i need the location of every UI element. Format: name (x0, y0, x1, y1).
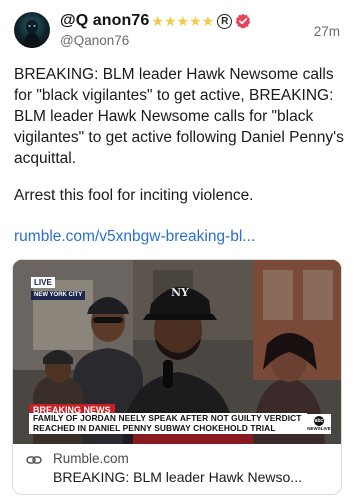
verified-badge-icon (236, 13, 251, 29)
card-footer[interactable]: Rumble.com BREAKING: BLM leader Hawk New… (13, 444, 341, 494)
star-icon: ★ (163, 13, 177, 29)
star-icon: ★ (201, 13, 215, 29)
card-title[interactable]: BREAKING: BLM leader Hawk Newso... (53, 469, 338, 485)
network-logo: abc NEWSLIVE (307, 414, 331, 434)
live-label: LIVE (31, 277, 55, 288)
live-city: NEW YORK CITY (31, 291, 86, 300)
display-name[interactable]: @Q anon76 (60, 12, 149, 30)
post-text-second-paragraph: Arrest this fool for inciting violence. (14, 187, 254, 204)
name-row: @Q anon76 ★ ★ ★ ★ ★ R (60, 10, 251, 32)
video-thumbnail[interactable]: NY LIVE NEW YORK CITY BREAKING NEWS FAMI… (13, 260, 341, 444)
network-tag: NEWSLIVE (307, 426, 331, 431)
post-text: BREAKING: BLM leader Hawk Newsome calls … (14, 66, 344, 167)
lower-third-headline: FAMILY OF JORDAN NEELY SPEAK AFTER NOT G… (29, 413, 307, 434)
card-domain: Rumble.com (53, 451, 129, 466)
svg-text:NY: NY (171, 286, 189, 299)
star-icon: ★ (151, 13, 164, 29)
star-rating: ★ ★ ★ ★ ★ (151, 14, 214, 28)
network-mark: abc (314, 416, 324, 426)
user-handle[interactable]: @Qanon76 (60, 33, 129, 48)
avatar[interactable] (14, 12, 50, 48)
registered-mark-icon: R (217, 13, 233, 29)
star-icon: ★ (176, 13, 190, 29)
social-post: @Q anon76 ★ ★ ★ ★ ★ R @Qanon76 27m BREAK… (0, 0, 354, 500)
link-chain-icon (26, 456, 42, 464)
star-icon: ★ (189, 13, 202, 29)
post-link[interactable]: rumble.com/v5xnbgw-breaking-bl... (14, 226, 255, 247)
link-preview-card[interactable]: NY LIVE NEW YORK CITY BREAKING NEWS FAMI… (12, 259, 342, 495)
live-badge: LIVE NEW YORK CITY (31, 272, 86, 300)
post-timestamp[interactable]: 27m (314, 24, 340, 39)
